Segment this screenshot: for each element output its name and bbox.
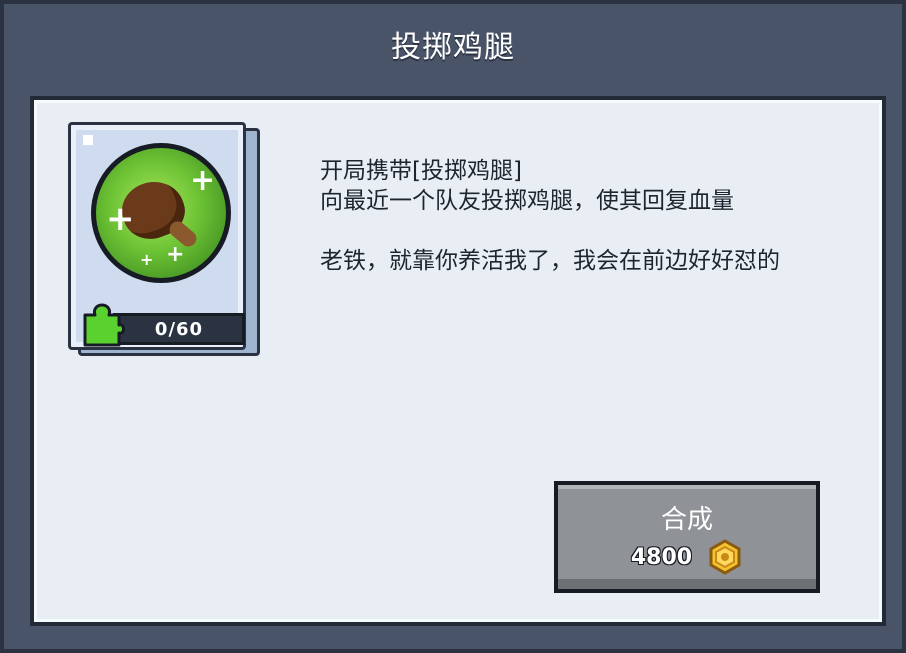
craft-cost: 4800 (558, 539, 816, 575)
plus-sparkle-icon: + (140, 250, 154, 269)
skill-description: 开局携带[投掷鸡腿] 向最近一个队友投掷鸡腿，使其回复血量 老铁，就靠你养活我了… (320, 156, 840, 276)
description-line-1: 开局携带[投掷鸡腿] (320, 158, 522, 184)
dialog-title: 投掷鸡腿 (391, 30, 515, 65)
craft-cost-amount: 4800 (630, 544, 693, 570)
shard-progress-text: 0/60 (154, 319, 204, 340)
drumstick-icon: + + + + (91, 143, 231, 283)
skill-card[interactable]: + + + + 0/60 (68, 122, 246, 350)
plus-sparkle-icon: + (106, 199, 135, 239)
flavor-text: 老铁，就靠你养活我了，我会在前边好好怼的 (320, 248, 780, 274)
puzzle-piece-icon (83, 303, 125, 347)
card-gleam (83, 135, 93, 145)
plus-sparkle-icon: + (190, 163, 216, 198)
shard-progress-bar: 0/60 (113, 313, 245, 345)
gold-coin-icon (709, 539, 741, 575)
skill-dialog: 投掷鸡腿 + + + + 0/60 开局携带[投掷鸡腿] 向最近一个队友投掷鸡腿… (0, 0, 906, 653)
craft-button[interactable]: 合成 4800 (554, 481, 820, 593)
craft-button-label: 合成 (660, 505, 713, 535)
plus-sparkle-icon: + (166, 242, 185, 267)
description-line-2: 向最近一个队友投掷鸡腿，使其回复血量 (320, 188, 734, 214)
